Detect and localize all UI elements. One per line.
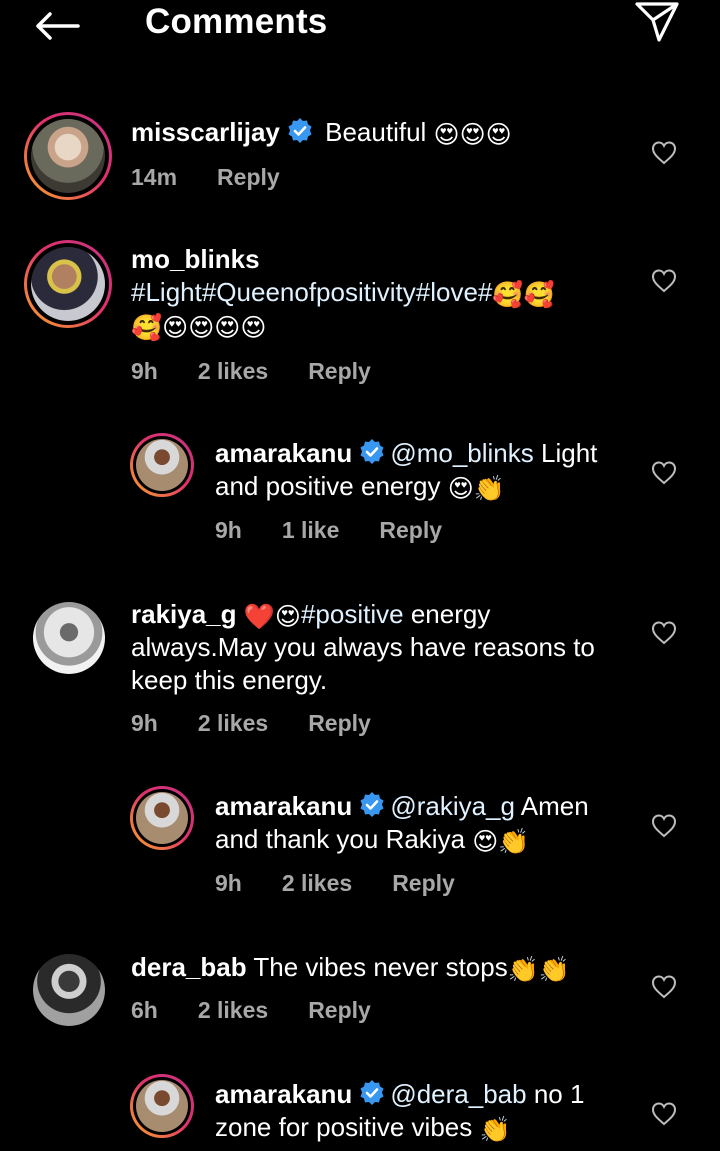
avatar[interactable] xyxy=(33,602,105,674)
back-button[interactable] xyxy=(30,6,84,46)
comment-meta: 6h 2 likes Reply xyxy=(131,997,411,1024)
username[interactable]: amarakanu xyxy=(215,438,352,468)
comment-body: energy xyxy=(410,599,491,629)
avatar[interactable] xyxy=(24,112,112,200)
mention-link[interactable]: @dera_bab xyxy=(390,1079,526,1109)
emoji-group: 😍👏 xyxy=(472,828,530,856)
comment-text: amarakanu @mo_blinks Light and positive e… xyxy=(215,437,635,503)
verified-badge-icon xyxy=(360,1080,384,1105)
comment-body: no 1 xyxy=(533,1079,585,1109)
likes-count[interactable]: 1 like xyxy=(282,517,340,544)
heart-outline-icon[interactable] xyxy=(651,620,677,646)
avatar[interactable] xyxy=(33,954,105,1026)
comment-body: and positive energy xyxy=(215,471,441,501)
username[interactable]: dera_bab xyxy=(131,952,247,982)
timestamp: 6h xyxy=(131,997,158,1023)
verified-badge-icon xyxy=(288,118,312,143)
heart-outline-icon[interactable] xyxy=(651,813,677,839)
heart-outline-icon[interactable] xyxy=(651,140,677,166)
comment-meta: 9h 1 like Reply xyxy=(215,517,482,544)
comment-body: Beautiful xyxy=(325,117,427,147)
heart-outline-icon[interactable] xyxy=(651,974,677,1000)
share-button[interactable] xyxy=(632,0,682,44)
avatar[interactable] xyxy=(130,786,194,850)
avatar[interactable] xyxy=(130,1074,194,1138)
heart-outline-icon[interactable] xyxy=(651,1101,677,1127)
page-title: Comments xyxy=(145,2,328,41)
likes-count[interactable]: 2 likes xyxy=(198,997,268,1024)
likes-count[interactable]: 2 likes xyxy=(282,870,352,897)
arrow-left-icon xyxy=(36,12,80,40)
emoji-group: 👏👏 xyxy=(507,956,570,984)
likes-count[interactable]: 2 likes xyxy=(198,358,268,385)
comment-body: Amen xyxy=(520,791,589,821)
reply-button[interactable]: Reply xyxy=(308,358,371,385)
heart-outline-icon[interactable] xyxy=(651,268,677,294)
comment-body: and thank you Rakiya xyxy=(215,824,466,854)
comment-meta: 9h 2 likes Reply xyxy=(131,710,411,737)
mention-link[interactable]: @rakiya_g xyxy=(390,791,515,821)
emoji-group: 🥰🥰 xyxy=(492,281,555,309)
comment-text: dera_bab The vibes never stops👏👏 xyxy=(131,951,631,984)
hashtag-text[interactable]: #Light#Queenofpositivity#love# xyxy=(131,277,492,307)
comment-body: Light xyxy=(541,438,598,468)
emoji-group: ❤️😍 xyxy=(243,603,301,631)
reply-button[interactable]: Reply xyxy=(308,997,371,1024)
verified-badge-icon xyxy=(360,439,384,464)
comment-text: amarakanu @rakiya_g Amen and thank you Ra… xyxy=(215,790,635,856)
comment-text: amarakanu @dera_bab no 1 zone for positiv… xyxy=(215,1078,635,1144)
timestamp: 9h xyxy=(131,358,158,384)
username[interactable]: rakiya_g xyxy=(131,599,237,629)
comment-body: always.May you always have reasons to xyxy=(131,632,595,662)
likes-count[interactable]: 2 likes xyxy=(198,710,268,737)
comment-body: keep this energy. xyxy=(131,665,328,695)
reply-button[interactable]: Reply xyxy=(217,164,280,191)
verified-badge-icon xyxy=(360,792,384,817)
username[interactable]: amarakanu xyxy=(215,791,352,821)
timestamp: 9h xyxy=(215,517,242,543)
comment-meta: 9h 2 likes Reply xyxy=(131,358,411,385)
heart-outline-icon[interactable] xyxy=(651,460,677,486)
comment-text: mo_blinks #Light#Queenofpositivity#love#… xyxy=(131,243,611,342)
emoji-group: 😍😍😍 xyxy=(433,121,512,149)
timestamp: 9h xyxy=(131,710,158,736)
reply-button[interactable]: Reply xyxy=(392,870,455,897)
comment-body: zone for positive vibes xyxy=(215,1112,473,1142)
timestamp: 9h xyxy=(215,870,242,896)
comment-body: The vibes never stops xyxy=(253,952,508,982)
reply-button[interactable]: Reply xyxy=(379,517,442,544)
mention-link[interactable]: @mo_blinks xyxy=(390,438,533,468)
hashtag-link[interactable]: #positive xyxy=(301,599,404,629)
top-bar: Comments xyxy=(0,0,720,50)
avatar[interactable] xyxy=(130,433,194,497)
username[interactable]: misscarlijay xyxy=(131,117,280,147)
comment-text: rakiya_g ❤️😍#positive energy always.May … xyxy=(131,598,631,697)
avatar[interactable] xyxy=(24,240,112,328)
comment-meta: 9h 2 likes Reply xyxy=(215,870,495,897)
paper-plane-icon xyxy=(635,2,679,42)
username[interactable]: mo_blinks xyxy=(131,244,260,274)
emoji-group: 👏 xyxy=(479,1116,511,1144)
username[interactable]: amarakanu xyxy=(215,1079,352,1109)
comment-meta: 14m Reply xyxy=(131,164,320,191)
emoji-group: 😍👏 xyxy=(447,475,505,503)
emoji-group: 🥰😍😍😍😍 xyxy=(131,314,267,342)
comment-text: misscarlijay Beautiful 😍😍😍 xyxy=(131,116,512,149)
reply-button[interactable]: Reply xyxy=(308,710,371,737)
timestamp: 14m xyxy=(131,164,178,190)
